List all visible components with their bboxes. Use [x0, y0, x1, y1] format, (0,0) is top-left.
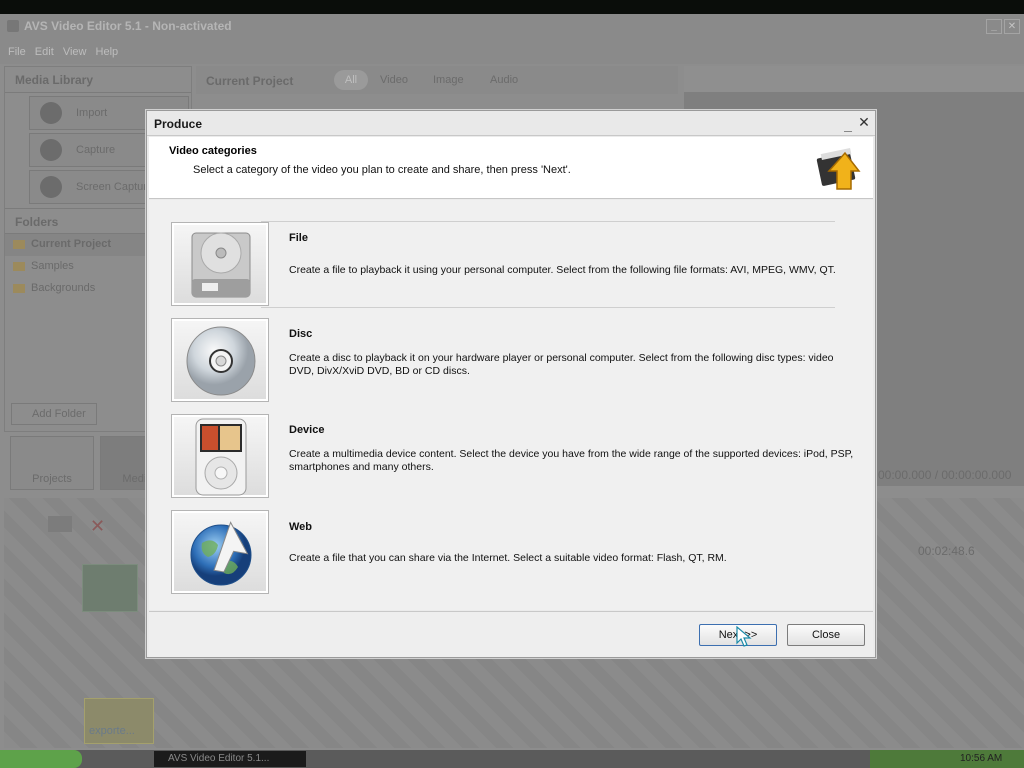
- category-device[interactable]: Device Create a multimedia device conten…: [171, 414, 861, 500]
- category-web-title: Web: [289, 521, 313, 533]
- system-tray: 10:56 AM: [870, 750, 1024, 768]
- filter-image-tab[interactable]: Image: [433, 74, 464, 86]
- dialog-footer: Next >> Close: [149, 611, 873, 657]
- category-web[interactable]: Web Create a file that you can share via…: [171, 510, 861, 596]
- add-folder-button[interactable]: Add Folder: [11, 403, 97, 425]
- folder-label: Current Project: [31, 238, 112, 250]
- exported-clip[interactable]: exporte...: [84, 698, 154, 744]
- dialog-close-button[interactable]: ✕: [857, 115, 871, 130]
- header-subtitle: Select a category of the video you plan …: [193, 164, 571, 176]
- produce-arrow-icon: [816, 147, 861, 190]
- category-file[interactable]: File Create a file to playback it using …: [171, 222, 861, 308]
- video-clip-thumbnail[interactable]: [82, 564, 138, 612]
- hard-drive-icon[interactable]: [171, 222, 269, 306]
- folder-label: Samples: [31, 260, 74, 272]
- app-minimize-button[interactable]: _: [986, 19, 1002, 34]
- screen-capture-label: Screen Captur: [76, 181, 147, 193]
- preview-topbar: [684, 66, 1024, 92]
- folder-icon: [13, 284, 25, 293]
- category-disc-title: Disc: [289, 328, 313, 340]
- add-folder-label: Add Folder: [32, 408, 86, 420]
- current-project-heading: Current Project: [206, 74, 294, 88]
- app-titlebar: AVS Video Editor 5.1 - Non-activated _ ✕: [0, 14, 1024, 40]
- dialog-title: Produce: [154, 117, 203, 131]
- import-label: Import: [76, 107, 108, 119]
- globe-icon[interactable]: [171, 510, 269, 594]
- disc-icon[interactable]: [171, 318, 269, 402]
- category-list: File Create a file to playback it using …: [149, 200, 873, 610]
- dialog-minimize-button[interactable]: _: [841, 118, 855, 133]
- category-device-description: Create a multimedia device content. Sele…: [289, 448, 854, 473]
- menu-view[interactable]: View: [63, 46, 87, 58]
- timeline-ruler-time: 00:02:48.6: [918, 544, 975, 558]
- monitor-icon: [40, 176, 62, 198]
- app-menubar: File Edit View Help: [0, 40, 1024, 64]
- camera-icon: [40, 139, 62, 161]
- delete-icon[interactable]: ✕: [90, 516, 105, 537]
- menu-help[interactable]: Help: [96, 46, 119, 58]
- timeline-tool-icon[interactable]: [48, 516, 72, 532]
- clock: 10:56 AM: [960, 753, 1003, 764]
- filter-audio-tab[interactable]: Audio: [490, 74, 518, 86]
- header-title: Video categories: [169, 145, 257, 157]
- category-file-title: File: [289, 232, 308, 244]
- capture-label: Capture: [76, 144, 116, 156]
- menu-file[interactable]: File: [8, 46, 26, 58]
- filter-video-tab[interactable]: Video: [380, 74, 408, 86]
- dialog-header: Video categories Select a category of th…: [149, 137, 873, 199]
- category-web-description: Create a file that you can share via the…: [289, 552, 727, 564]
- start-button[interactable]: [0, 750, 82, 768]
- mouse-cursor-icon: [736, 626, 752, 647]
- taskbar: AVS Video Editor 5.1... 10:56 AM: [0, 750, 1024, 768]
- plus-icon: [40, 102, 62, 124]
- close-button[interactable]: Close: [787, 624, 865, 646]
- ipod-icon[interactable]: [171, 414, 269, 498]
- media-library-heading: Media Library: [5, 67, 191, 93]
- projects-tab[interactable]: Projects: [10, 436, 94, 490]
- filter-all-tab[interactable]: All: [334, 70, 368, 90]
- app-title: AVS Video Editor 5.1 - Non-activated: [24, 19, 232, 33]
- category-disc-description: Create a disc to playback it on your har…: [289, 352, 834, 377]
- current-project-bar: Current Project All Video Image Audio: [196, 66, 678, 94]
- folder-label: Backgrounds: [31, 282, 96, 294]
- folder-icon: [13, 240, 25, 249]
- taskbar-app-item[interactable]: AVS Video Editor 5.1...: [154, 751, 306, 767]
- clip-label: exporte...: [89, 725, 135, 737]
- app-close-button[interactable]: ✕: [1004, 19, 1020, 34]
- category-device-title: Device: [289, 424, 325, 436]
- menu-edit[interactable]: Edit: [35, 46, 54, 58]
- projects-tab-label: Projects: [32, 473, 72, 485]
- category-file-description: Create a file to playback it using your …: [289, 264, 836, 276]
- app-logo-icon: [7, 20, 19, 32]
- taskbar-app-label: AVS Video Editor 5.1...: [168, 753, 270, 764]
- dialog-titlebar: Produce _ ✕: [147, 111, 875, 136]
- preview-timecode: 00:00.000 / 00:00:00.000: [878, 468, 1012, 482]
- separator: [261, 307, 835, 308]
- category-disc[interactable]: Disc Create a disc to playback it on you…: [171, 318, 861, 404]
- produce-dialog: Produce _ ✕ Video categories Select a ca…: [146, 110, 876, 658]
- folder-icon: [13, 262, 25, 271]
